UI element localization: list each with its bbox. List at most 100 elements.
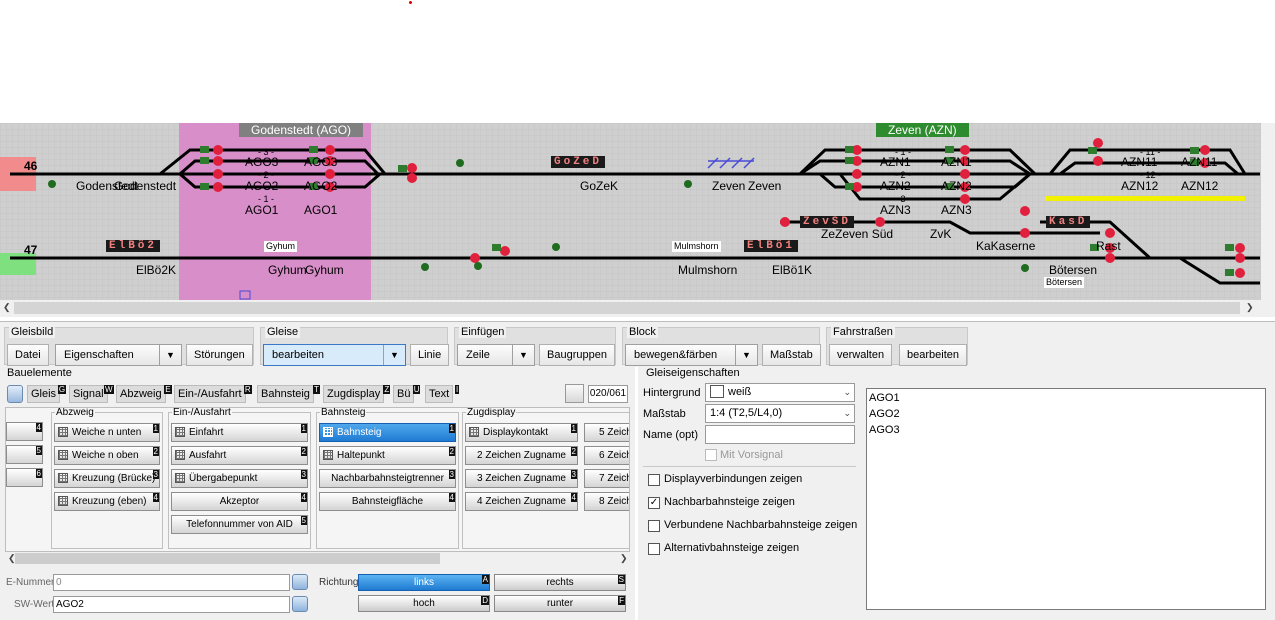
column-bahnsteig: Bahnsteig Bahnsteig 1 Haltepunkt 2 Nachbar… — [316, 408, 459, 549]
column-abzweig: Abzweig Weiche n unten 1 Weiche n oben 2 K… — [51, 408, 163, 549]
item-label: 2 Zeichen Zugname — [477, 450, 566, 461]
station-label: ElBö1K — [772, 263, 813, 277]
swwert-field[interactable]: AGO2 — [53, 596, 290, 613]
richtung-hoch-button[interactable]: hoch D — [358, 595, 490, 612]
track-number-label: - 2 - — [258, 170, 275, 180]
scroll-left-arrow-icon[interactable]: ❮ — [3, 302, 11, 313]
zugname-3-button[interactable]: 3 Zeichen Zugname 3 — [465, 469, 578, 488]
shortcut-key: S — [617, 575, 625, 584]
database-icon[interactable] — [292, 596, 308, 612]
group-block: Block bewegen&färben ▼ Maßstab — [622, 326, 821, 366]
category-tab-signal[interactable]: Signal W — [69, 385, 114, 403]
shortcut-key: D — [481, 596, 489, 605]
haltepunkt-button[interactable]: Haltepunkt 2 — [319, 446, 456, 465]
einfahrt-button[interactable]: Einfahrt 1 — [171, 423, 308, 442]
checkbox-label: Verbundene Nachbarbahnsteige zeigen — [664, 519, 858, 531]
track-number-label: - 12 - — [1140, 170, 1162, 180]
datei-button[interactable]: Datei — [7, 344, 49, 366]
category-tab-ein-ausfahrt[interactable]: Ein-/Ausfahrt R — [174, 385, 252, 403]
displayverbindungen-checkbox[interactable] — [648, 474, 660, 486]
gleise-bearbeiten-dropdown[interactable]: bearbeiten ▼ — [263, 344, 406, 366]
category-tab-bahnsteig[interactable]: Bahnsteig T — [257, 385, 320, 403]
weiche-n-oben-button[interactable]: Weiche n oben 2 — [54, 446, 160, 465]
palette-item[interactable]: 4 — [6, 422, 43, 441]
verwalten-button[interactable]: verwalten — [829, 344, 893, 366]
mit-vorsignal-checkbox[interactable] — [705, 449, 717, 461]
tab-label: Gleis — [31, 388, 57, 400]
category-tab-zugdisplay[interactable]: Zugdisplay Z — [323, 385, 391, 403]
category-tab-gleis[interactable]: Gleis G — [27, 385, 67, 403]
shortcut-key: 5 — [300, 516, 307, 525]
zugname-7-button[interactable]: 7 Zeichen — [584, 469, 629, 488]
nachbarbahnsteige-checkbox[interactable]: ✓ — [648, 497, 660, 509]
ausfahrt-button[interactable]: Ausfahrt 2 — [171, 446, 308, 465]
trash-icon[interactable] — [7, 385, 23, 403]
weiche-n-unten-button[interactable]: Weiche n unten 1 — [54, 423, 160, 442]
zeile-dropdown[interactable]: Zeile ▼ — [457, 344, 535, 366]
scroll-right-arrow-icon[interactable]: ❯ — [620, 553, 628, 564]
palette-item[interactable]: 5 — [6, 445, 43, 464]
trackplan-vertical-scrollbar[interactable] — [1261, 123, 1275, 300]
scroll-right-arrow-icon[interactable]: ❯ — [1246, 302, 1254, 313]
palette-item[interactable]: 6 — [6, 468, 43, 487]
dropdown-label: Zeile — [466, 349, 490, 361]
zugname-8-button[interactable]: 8 Zeichen — [584, 492, 629, 511]
verbundene-nachbarbahnsteige-checkbox[interactable] — [648, 520, 660, 532]
akzeptor-button[interactable]: Akzeptor 4 — [171, 492, 308, 511]
category-tab-bue[interactable]: Bü U — [393, 385, 421, 403]
grid-icon — [323, 450, 333, 460]
eigenschaften-dropdown[interactable]: Eigenschaften ▼ — [55, 344, 182, 366]
telefonnummer-button[interactable]: Telefonnummer von AID 5 — [171, 515, 308, 534]
richtung-links-button[interactable]: links A — [358, 574, 490, 591]
zugname-2-button[interactable]: 2 Zeichen Zugname 2 — [465, 446, 578, 465]
category-tab-abzweig[interactable]: Abzweig E — [116, 385, 172, 403]
list-item[interactable]: AGO1 — [869, 392, 900, 404]
shortcut-key: 3 — [300, 470, 307, 479]
kreuzung-eben-button[interactable]: Kreuzung (eben) 4 — [54, 492, 160, 511]
zugname-5-button[interactable]: 5 Zeichen — [584, 423, 629, 442]
nachbarbahnsteigtrenner-button[interactable]: Nachbarbahnsteigtrenner 3 — [319, 469, 456, 488]
alternativbahnsteige-checkbox[interactable] — [648, 543, 660, 555]
station-label: Gyhum — [305, 263, 344, 277]
shortcut-key: F — [618, 596, 625, 605]
kreuzung-bruecke-button[interactable]: Kreuzung (Brücke) 3 — [54, 469, 160, 488]
bewegen-faerben-dropdown[interactable]: bewegen&färben ▼ — [625, 344, 758, 366]
baugruppen-button[interactable]: Baugruppen — [539, 344, 615, 366]
palette-horizontal-scrollbar[interactable]: ❮ ❯ — [5, 552, 630, 565]
list-item[interactable]: AGO3 — [869, 424, 900, 436]
zugname-6-button[interactable]: 6 Zeichen — [584, 446, 629, 465]
station-label: Rast — [1096, 239, 1121, 253]
track-number-47: 47 — [24, 243, 38, 257]
massstab-select[interactable]: 1:4 (T2,5/L4,0) ⌄ — [705, 404, 855, 423]
richtung-runter-button[interactable]: runter F — [494, 595, 626, 612]
scrollbar-thumb[interactable] — [14, 302, 1240, 314]
category-tab-text[interactable]: Text I — [425, 385, 460, 403]
massstab-button[interactable]: Maßstab — [762, 344, 821, 366]
tool-icon[interactable] — [565, 384, 584, 403]
platform-label-azn12: AZN12 — [1121, 179, 1159, 193]
enummer-field[interactable]: 0 — [53, 574, 290, 591]
platform-list[interactable]: AGO1 AGO2 AGO3 — [866, 388, 1266, 610]
uebergabepunkt-button[interactable]: Übergabepunkt 3 — [171, 469, 308, 488]
station-label: GoZeK — [580, 179, 619, 193]
linie-button[interactable]: Linie — [410, 344, 450, 366]
shortcut-key: R — [243, 385, 252, 394]
bahnsteig-button[interactable]: Bahnsteig 1 — [319, 423, 456, 442]
name-input[interactable] — [705, 425, 855, 444]
zugname-4-button[interactable]: 4 Zeichen Zugname 4 — [465, 492, 578, 511]
grid-icon — [58, 473, 68, 483]
bahnsteigflaeche-button[interactable]: Bahnsteigfläche 4 — [319, 492, 456, 511]
fahrstrassen-bearbeiten-button[interactable]: bearbeiten — [899, 344, 967, 366]
platform-label-ago2: AGO2 — [245, 179, 279, 193]
trackplan-horizontal-scrollbar[interactable]: ❮ ❯ — [0, 300, 1275, 317]
item-label: Übergabepunkt — [189, 473, 258, 484]
track-plan[interactable]: Godenstedt (AGO) Zeven (AZN) 46 47 Goden… — [0, 123, 1275, 300]
color-swatch — [710, 385, 724, 398]
list-item[interactable]: AGO2 — [869, 408, 900, 420]
richtung-rechts-button[interactable]: rechts S — [494, 574, 626, 591]
displaykontakt-button[interactable]: Displaykontakt 1 — [465, 423, 578, 442]
stoerungen-button[interactable]: Störungen — [186, 344, 253, 366]
hintergrund-select[interactable]: weiß ⌄ — [705, 383, 855, 402]
scrollbar-thumb[interactable] — [15, 553, 440, 564]
database-icon[interactable] — [292, 574, 308, 590]
